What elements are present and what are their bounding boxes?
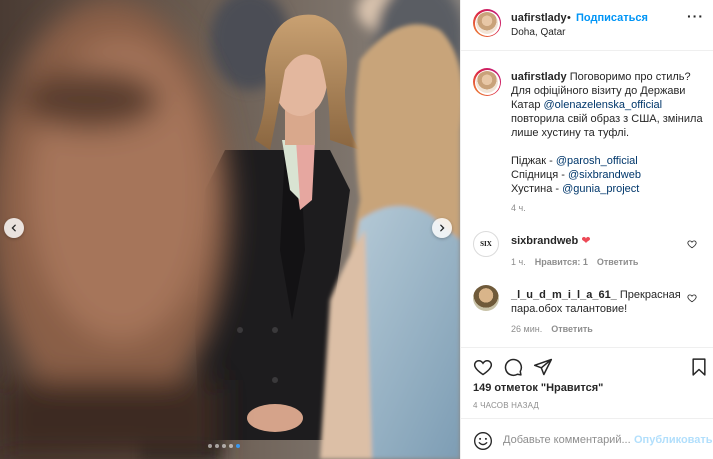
header-separator: • <box>567 12 571 24</box>
comment-meta: 26 мин. Ответить <box>511 324 593 334</box>
post-photo[interactable] <box>0 0 460 459</box>
comment-item: _l_u_d_m_i_l_a_61_ Прекрасная пара.обох … <box>473 285 708 335</box>
smiley-icon[interactable] <box>473 431 493 451</box>
comment-time[interactable]: 26 мин. <box>511 324 542 334</box>
reply-button[interactable]: Ответить <box>551 324 593 334</box>
comment-meta: 1 ч. Нравится: 1 Ответить <box>511 257 638 267</box>
carousel-indicator <box>208 444 240 448</box>
comment-item: SIX sixbrandweb ❤ 1 ч. Нравится: 1 Ответ… <box>473 231 708 271</box>
post-location[interactable]: Doha, Qatar <box>511 27 565 38</box>
caption-time[interactable]: 4 ч. <box>511 203 526 213</box>
comment-input[interactable] <box>503 431 633 449</box>
caption-item-label: Піджак - <box>511 155 556 167</box>
caption-mention[interactable]: @parosh_official <box>556 155 638 167</box>
post-actions: 149 отметок "Нравится" 4 ЧАСОВ НАЗАД Опу… <box>461 347 713 459</box>
comment-body: _l_u_d_m_i_l_a_61_ Прекрасная пара.обох … <box>511 288 681 316</box>
comment-time[interactable]: 1 ч. <box>511 257 526 267</box>
carousel-prev-button[interactable] <box>4 218 24 238</box>
post-caption: uafirstlady Поговоримо про стиль? Для оф… <box>511 70 707 196</box>
comment-icon[interactable] <box>503 357 523 377</box>
author-avatar[interactable] <box>473 9 501 37</box>
comment-text: ❤ <box>581 235 591 247</box>
chevron-right-icon <box>440 224 445 232</box>
follow-button[interactable]: Подписаться <box>576 12 648 24</box>
chevron-left-icon <box>11 224 16 232</box>
caption-mention[interactable]: @olenazelenska_official <box>544 99 663 111</box>
caption-author-avatar[interactable] <box>473 68 501 96</box>
bookmark-icon[interactable] <box>689 357 709 377</box>
post-header: uafirstlady • Подписаться Doha, Qatar ··… <box>461 0 713 51</box>
comment-likes[interactable]: Нравится: 1 <box>535 257 588 267</box>
post-time-ago[interactable]: 4 ЧАСОВ НАЗАД <box>473 401 539 410</box>
comments-list: uafirstlady Поговоримо про стиль? Для оф… <box>461 51 713 347</box>
comment-body: sixbrandweb ❤ <box>511 234 681 248</box>
paper-plane-icon[interactable] <box>533 357 553 377</box>
reply-button[interactable]: Ответить <box>597 257 639 267</box>
carousel-next-button[interactable] <box>432 218 452 238</box>
heart-icon[interactable] <box>473 357 493 377</box>
more-options-button[interactable]: ··· <box>687 8 704 24</box>
caption-item-label: Хустина - <box>511 183 563 195</box>
caption-mention[interactable]: @gunia_project <box>562 183 639 195</box>
commenter-username[interactable]: sixbrandweb <box>511 235 578 247</box>
carousel-dot-active <box>236 444 240 448</box>
commenter-avatar[interactable]: SIX <box>473 231 499 257</box>
comment-like-icon[interactable] <box>687 239 697 249</box>
comment-like-icon[interactable] <box>687 293 697 303</box>
commenter-avatar-text: SIX <box>480 240 492 248</box>
add-comment-bar: Опубликовать <box>461 418 713 459</box>
caption-mention[interactable]: @sixbrandweb <box>568 169 641 181</box>
publish-button[interactable]: Опубликовать <box>634 434 713 446</box>
caption-text-2: повторила свій образ з США, змінила лише… <box>511 113 703 139</box>
post-side-panel: uafirstlady • Подписаться Doha, Qatar ··… <box>460 0 713 459</box>
photo-image <box>0 0 460 459</box>
carousel-dot <box>229 444 233 448</box>
commenter-username[interactable]: _l_u_d_m_i_l_a_61_ <box>511 289 617 301</box>
carousel-dot <box>222 444 226 448</box>
caption-item-label: Спідниця - <box>511 169 569 181</box>
commenter-avatar[interactable] <box>473 285 499 311</box>
author-username[interactable]: uafirstlady <box>511 12 567 24</box>
carousel-dot <box>208 444 212 448</box>
likes-count[interactable]: 149 отметок "Нравится" <box>473 382 603 394</box>
carousel-dot <box>215 444 219 448</box>
caption-username[interactable]: uafirstlady <box>511 71 567 83</box>
